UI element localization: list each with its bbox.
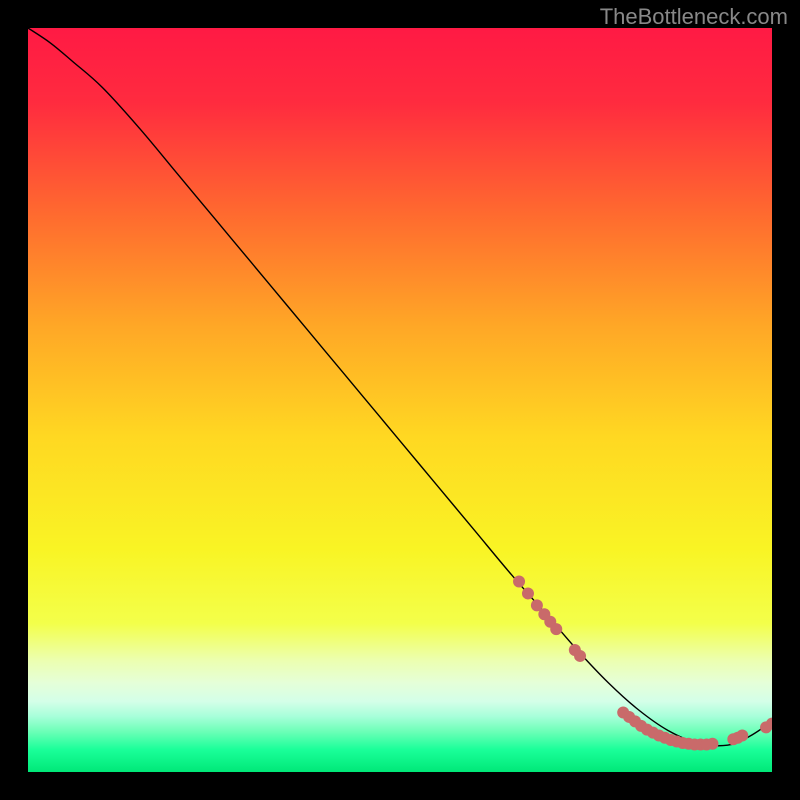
watermark-text: TheBottleneck.com <box>600 4 788 30</box>
chart-background <box>28 28 772 772</box>
chart-plot-area <box>28 28 772 772</box>
